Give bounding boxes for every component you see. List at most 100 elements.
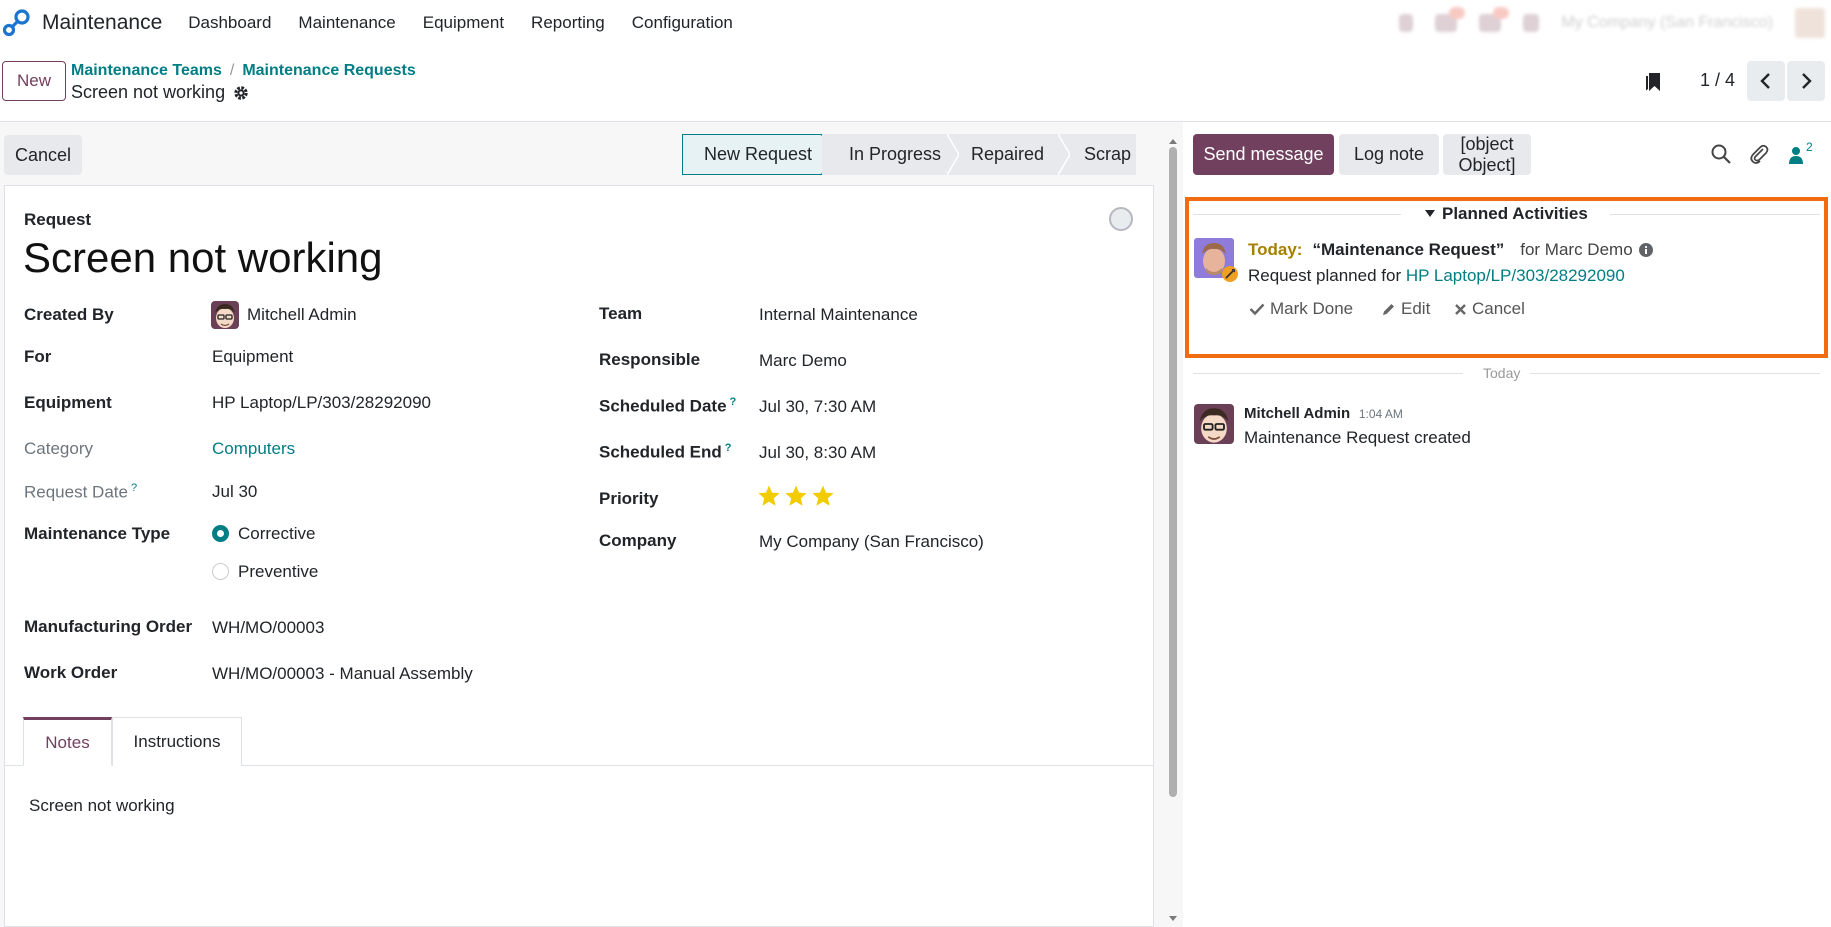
close-icon (1455, 303, 1466, 315)
person-avatar-icon (1194, 238, 1238, 282)
scheduled-end-value[interactable]: Jul 30, 8:30 AM (759, 443, 876, 463)
request-date-label: Request Date? (24, 482, 137, 503)
request-label: Request (24, 210, 92, 229)
request-date-value[interactable]: Jul 30 (212, 482, 257, 502)
pager-next-button[interactable] (1787, 61, 1825, 101)
kanban-state-indicator[interactable] (1109, 207, 1133, 231)
caret-down-icon (1425, 210, 1435, 217)
scheduled-date-label-text: Scheduled Date (599, 396, 727, 416)
team-label: Team (599, 304, 643, 323)
notes-content[interactable]: Screen not working (29, 796, 175, 816)
menu-reporting[interactable]: Reporting (531, 13, 605, 33)
day-separator: Today (1483, 365, 1521, 381)
paperclip-icon[interactable] (1748, 143, 1770, 165)
messaging-icon[interactable] (1435, 7, 1466, 32)
radio-preventive[interactable] (212, 563, 229, 580)
check-icon (1249, 303, 1265, 316)
menu-dashboard[interactable]: Dashboard (188, 13, 271, 33)
message-author-avatar[interactable] (1194, 404, 1234, 444)
tab-instructions[interactable]: Instructions (112, 717, 242, 766)
breadcrumb-separator: / (229, 62, 235, 79)
new-button[interactable]: New (2, 61, 66, 101)
company-value[interactable]: My Company (San Francisco) (759, 532, 984, 552)
record-title-row: Screen not working (71, 82, 249, 103)
priority-star-icon[interactable] (811, 484, 835, 508)
priority-star-icon[interactable] (757, 484, 781, 508)
chevron-left-icon (1760, 73, 1770, 89)
gear-icon[interactable] (233, 85, 249, 101)
maintenance-app-icon[interactable] (2, 9, 30, 37)
divider-line (1193, 373, 1463, 374)
help-tooltip-icon[interactable]: ? (725, 442, 732, 454)
mark-done-button[interactable]: Mark Done (1249, 299, 1353, 319)
menu-equipment[interactable]: Equipment (423, 13, 504, 33)
work-order-value[interactable]: WH/MO/00003 - Manual Assembly (212, 664, 473, 684)
scroll-up-icon[interactable] (1168, 137, 1178, 145)
request-date-label-text: Request Date (24, 482, 128, 502)
tray-icon[interactable] (1399, 14, 1414, 32)
help-tooltip-icon[interactable]: ? (131, 482, 137, 494)
stage-repaired[interactable]: Repaired (947, 134, 1070, 175)
breadcrumb-maintenance-requests[interactable]: Maintenance Requests (242, 62, 415, 79)
info-icon[interactable] (1638, 243, 1653, 257)
search-icon[interactable] (1710, 143, 1732, 165)
maintenance-type-label: Maintenance Type (24, 524, 171, 543)
responsible-value[interactable]: Marc Demo (759, 351, 847, 371)
pencil-icon (1383, 303, 1394, 315)
send-message-button[interactable]: Send message (1193, 134, 1334, 175)
corrective-label[interactable]: Corrective (238, 524, 315, 544)
log-note-button[interactable]: Log note (1339, 134, 1439, 175)
cancel-activity-button[interactable]: Cancel (1454, 299, 1525, 319)
for-label: For (24, 347, 52, 366)
tab-notes[interactable]: Notes (23, 717, 112, 766)
priority-star-icon[interactable] (784, 484, 808, 508)
activity-header: Today: “Maintenance Request” for Marc De… (1248, 240, 1653, 260)
pager-value[interactable]: 1 / 4 (1700, 70, 1735, 91)
company-label: Company (599, 531, 677, 550)
app-name[interactable]: Maintenance (42, 11, 162, 35)
activity-due: Today: (1248, 240, 1303, 259)
priority-label: Priority (599, 489, 659, 508)
divider-line (1193, 214, 1401, 215)
user-avatar (211, 301, 239, 329)
edit-activity-button[interactable]: Edit (1381, 299, 1430, 319)
divider-line (1530, 373, 1820, 374)
stage-in-progress[interactable]: In Progress (822, 134, 959, 175)
equipment-value[interactable]: HP Laptop/LP/303/28292090 (212, 393, 431, 413)
menu-maintenance[interactable]: Maintenance (298, 13, 395, 33)
company-switcher[interactable]: My Company (San Francisco) (1561, 14, 1773, 32)
menu-configuration[interactable]: Configuration (632, 13, 733, 33)
bookmark-icon[interactable] (1645, 71, 1661, 93)
cancel-button[interactable]: Cancel (4, 135, 82, 175)
created-by-value[interactable]: Mitchell Admin (247, 305, 357, 325)
radio-corrective[interactable] (212, 525, 229, 542)
breadcrumb-maintenance-teams[interactable]: Maintenance Teams (71, 62, 222, 79)
category-value[interactable]: Computers (212, 439, 295, 459)
message-author[interactable]: Mitchell Admin (1244, 405, 1350, 422)
activities-icon[interactable] (1479, 7, 1510, 32)
preventive-label[interactable]: Preventive (238, 562, 318, 582)
scrollbar-thumb[interactable] (1169, 147, 1177, 797)
help-tooltip-icon[interactable]: ? (730, 396, 737, 408)
activity-button[interactable]: [object Object] (1443, 134, 1531, 175)
breadcrumb: Maintenance Teams / Maintenance Requests (71, 62, 416, 80)
scroll-down-icon[interactable] (1168, 915, 1178, 923)
main-menu: Dashboard Maintenance Equipment Reportin… (188, 13, 760, 33)
person-avatar-icon (1194, 404, 1234, 444)
mark-done-label: Mark Done (1270, 299, 1354, 318)
manufacturing-order-value[interactable]: WH/MO/00003 (212, 618, 324, 638)
scheduled-date-value[interactable]: Jul 30, 7:30 AM (759, 397, 876, 417)
for-value[interactable]: Equipment (212, 347, 293, 367)
debug-icon[interactable] (1523, 14, 1540, 32)
request-title[interactable]: Screen not working (23, 234, 383, 282)
user-avatar[interactable] (1795, 8, 1825, 38)
activity-name: “Maintenance Request” (1312, 240, 1505, 259)
stage-new-request[interactable]: New Request (682, 134, 835, 175)
planned-activities-toggle[interactable]: Planned Activities (1424, 204, 1588, 224)
followers-button[interactable]: 2 (1788, 140, 1824, 167)
team-value[interactable]: Internal Maintenance (759, 305, 918, 325)
activity-record-link[interactable]: HP Laptop/LP/303/28292090 (1406, 266, 1625, 285)
work-order-label: Work Order (24, 663, 118, 682)
pager-previous-button[interactable] (1747, 61, 1785, 101)
activity-description: Request planned for HP Laptop/LP/303/282… (1248, 266, 1625, 286)
